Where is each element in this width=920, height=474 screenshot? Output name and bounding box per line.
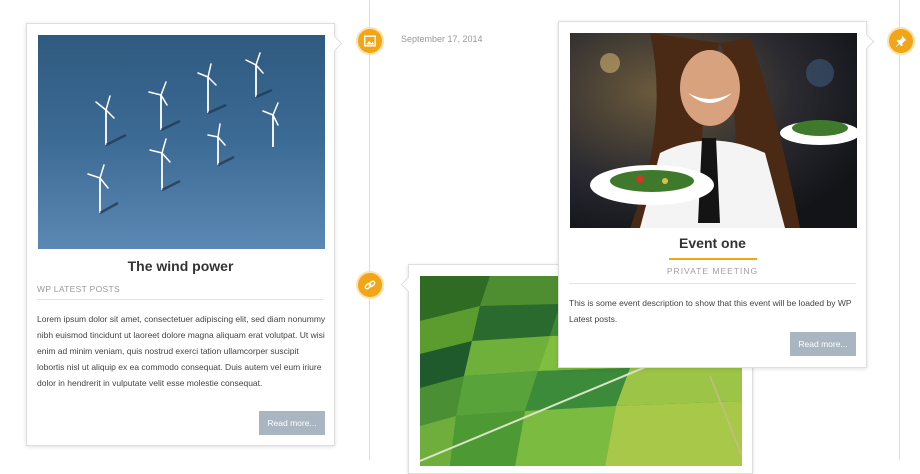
event-category[interactable]: PRIVATE MEETING (559, 266, 866, 276)
post-title[interactable]: The wind power (27, 258, 334, 274)
image-post-marker (356, 27, 384, 55)
wind-turbines-image[interactable] (38, 35, 325, 249)
event-title[interactable]: Event one (559, 235, 866, 251)
title-accent-line (669, 258, 757, 260)
card-divider (37, 299, 324, 300)
event-divider (569, 283, 856, 284)
post-excerpt: Lorem ipsum dolor sit amet, consectetuer… (37, 314, 326, 388)
image-icon (364, 35, 376, 47)
post-card-wind-power: The wind power WP LATEST POSTS Lorem ips… (26, 23, 335, 446)
timeline-line-right (899, 0, 900, 460)
read-more-button[interactable]: Read more... (259, 411, 325, 435)
link-post-marker (356, 271, 384, 299)
event-read-more-button[interactable]: Read more... (790, 332, 856, 356)
timeline-date: September 17, 2014 (401, 34, 483, 44)
link-icon (364, 280, 376, 290)
event-card: Event one PRIVATE MEETING This is some e… (558, 21, 867, 368)
pin-icon (895, 35, 907, 48)
waitress-image[interactable] (570, 33, 857, 228)
post-category[interactable]: WP LATEST POSTS (37, 284, 120, 294)
timeline-line-center (369, 0, 370, 460)
event-description: This is some event description to show t… (569, 298, 852, 324)
event-marker (887, 27, 915, 55)
